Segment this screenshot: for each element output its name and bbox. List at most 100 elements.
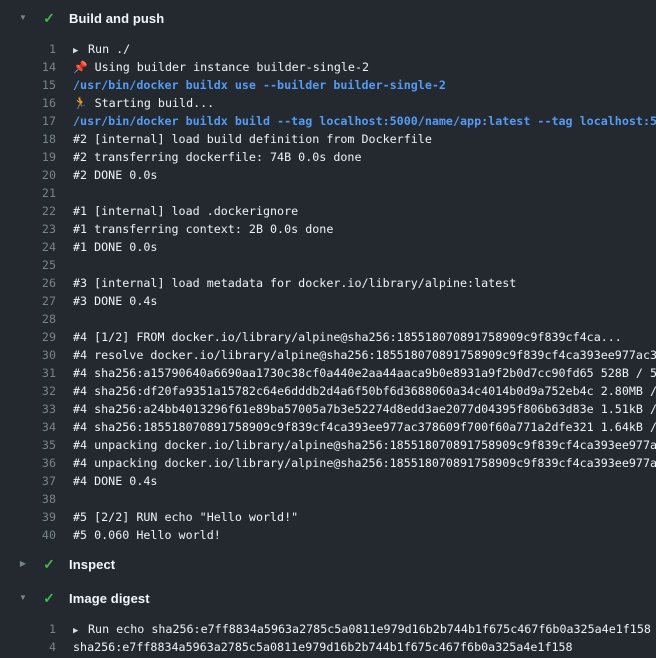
- line-text: #1 DONE 0.0s: [56, 238, 157, 256]
- log-step-section: ▼ ✓ Image digest 1 ▶Run echo sha256:e7ff…: [0, 584, 656, 656]
- expand-run-icon[interactable]: ▶: [73, 42, 88, 58]
- line-text: #4 unpacking docker.io/library/alpine@sh…: [56, 436, 656, 454]
- step-title: Image digest: [69, 591, 150, 606]
- step-log-lines: 1 ▶Run ./ 14 📌 Using builder instance bu…: [0, 40, 656, 544]
- log-line: 34 #4 sha256:185518070891758909c9f839cf4…: [0, 418, 656, 436]
- line-number[interactable]: 4: [0, 638, 56, 656]
- log-line: 18 #2 [internal] load build definition f…: [0, 130, 656, 148]
- line-number[interactable]: 17: [0, 112, 56, 130]
- line-text-content: Run ./: [88, 42, 130, 56]
- line-number[interactable]: 20: [0, 166, 56, 184]
- log-line: 38: [0, 490, 656, 508]
- line-number[interactable]: 37: [0, 472, 56, 490]
- log-line: 30 #4 resolve docker.io/library/alpine@s…: [0, 346, 656, 364]
- log-line: 27 #3 DONE 0.4s: [0, 292, 656, 310]
- line-text: #3 [internal] load metadata for docker.i…: [56, 274, 516, 292]
- log-line: 37 #4 DONE 0.4s: [0, 472, 656, 490]
- line-number[interactable]: 25: [0, 256, 56, 274]
- line-number[interactable]: 1: [0, 620, 56, 638]
- line-number[interactable]: 36: [0, 454, 56, 472]
- line-number[interactable]: 19: [0, 148, 56, 166]
- line-text: #4 unpacking docker.io/library/alpine@sh…: [56, 454, 656, 472]
- line-text: #4 DONE 0.4s: [56, 472, 157, 490]
- expand-run-icon[interactable]: ▶: [73, 622, 88, 638]
- line-number[interactable]: 32: [0, 382, 56, 400]
- log-line: 15 /usr/bin/docker buildx use --builder …: [0, 76, 656, 94]
- log-line: 16 🏃 Starting build...: [0, 94, 656, 112]
- log-line: 40 #5 0.060 Hello world!: [0, 526, 656, 544]
- chevron-icon[interactable]: ▼: [15, 4, 31, 32]
- log-step-section: ▼ ✓ Build and push 1 ▶Run ./ 14 📌 Using …: [0, 4, 656, 544]
- chevron-icon[interactable]: ▶: [15, 550, 31, 578]
- step-title: Build and push: [69, 11, 164, 26]
- line-number[interactable]: 23: [0, 220, 56, 238]
- line-number[interactable]: 29: [0, 328, 56, 346]
- log-line: 33 #4 sha256:a24bb4013296f61e89ba57005a7…: [0, 400, 656, 418]
- log-line: 14 📌 Using builder instance builder-sing…: [0, 58, 656, 76]
- line-text: #2 DONE 0.0s: [56, 166, 157, 184]
- line-number[interactable]: 35: [0, 436, 56, 454]
- line-text: #4 sha256:185518070891758909c9f839cf4ca3…: [56, 418, 656, 436]
- line-number[interactable]: 38: [0, 490, 56, 508]
- line-number[interactable]: 27: [0, 292, 56, 310]
- line-text: #4 sha256:a24bb4013296f61e89ba57005a7b3e…: [56, 400, 656, 418]
- log-line: 4 sha256:e7ff8834a5963a2785c5a0811e979d1…: [0, 638, 656, 656]
- line-number[interactable]: 26: [0, 274, 56, 292]
- line-number[interactable]: 24: [0, 238, 56, 256]
- log-line: 24 #1 DONE 0.0s: [0, 238, 656, 256]
- check-icon: ✓: [41, 4, 57, 32]
- log-line: 26 #3 [internal] load metadata for docke…: [0, 274, 656, 292]
- line-text: #4 resolve docker.io/library/alpine@sha2…: [56, 346, 656, 364]
- log-line: 21: [0, 184, 656, 202]
- line-text: #2 transferring dockerfile: 74B 0.0s don…: [56, 148, 362, 166]
- line-number[interactable]: 30: [0, 346, 56, 364]
- line-text: ▶Run ./: [56, 40, 130, 58]
- line-text: #5 0.060 Hello world!: [56, 526, 221, 544]
- line-number[interactable]: 15: [0, 76, 56, 94]
- log-line: 28: [0, 310, 656, 328]
- line-text: #3 DONE 0.4s: [56, 292, 157, 310]
- step-title: Inspect: [69, 557, 115, 572]
- line-number[interactable]: 34: [0, 418, 56, 436]
- line-text: #4 sha256:df20fa9351a15782c64e6dddb2d4a6…: [56, 382, 656, 400]
- log-line: 29 #4 [1/2] FROM docker.io/library/alpin…: [0, 328, 656, 346]
- chevron-icon[interactable]: ▼: [15, 584, 31, 612]
- line-text: [56, 310, 73, 328]
- line-text: [56, 490, 73, 508]
- log-line: 1 ▶Run ./: [0, 40, 656, 58]
- line-text: /usr/bin/docker buildx use --builder bui…: [56, 76, 446, 94]
- line-number[interactable]: 33: [0, 400, 56, 418]
- log-line: 25: [0, 256, 656, 274]
- line-text: [56, 256, 73, 274]
- log-line: 23 #1 transferring context: 2B 0.0s done: [0, 220, 656, 238]
- line-text: #1 transferring context: 2B 0.0s done: [56, 220, 333, 238]
- line-number[interactable]: 14: [0, 58, 56, 76]
- line-text: ▶Run echo sha256:e7ff8834a5963a2785c5a08…: [56, 620, 651, 638]
- log-line: 39 #5 [2/2] RUN echo "Hello world!": [0, 508, 656, 526]
- step-header[interactable]: ▼ ✓ Image digest: [0, 584, 656, 612]
- line-number[interactable]: 18: [0, 130, 56, 148]
- line-number[interactable]: 39: [0, 508, 56, 526]
- log-line: 36 #4 unpacking docker.io/library/alpine…: [0, 454, 656, 472]
- line-text: 📌 Using builder instance builder-single-…: [56, 58, 369, 76]
- line-number[interactable]: 21: [0, 184, 56, 202]
- line-text: #4 [1/2] FROM docker.io/library/alpine@s…: [56, 328, 622, 346]
- line-number[interactable]: 22: [0, 202, 56, 220]
- line-number[interactable]: 16: [0, 94, 56, 112]
- log-line: 35 #4 unpacking docker.io/library/alpine…: [0, 436, 656, 454]
- line-number[interactable]: 31: [0, 364, 56, 382]
- log-line: 1 ▶Run echo sha256:e7ff8834a5963a2785c5a…: [0, 620, 656, 638]
- line-number[interactable]: 28: [0, 310, 56, 328]
- step-header[interactable]: ▶ ✓ Inspect: [0, 550, 656, 578]
- line-text: 🏃 Starting build...: [56, 94, 214, 112]
- line-number[interactable]: 1: [0, 40, 56, 58]
- line-text: [56, 184, 73, 202]
- line-number[interactable]: 40: [0, 526, 56, 544]
- check-icon: ✓: [41, 584, 57, 612]
- line-text: #2 [internal] load build definition from…: [56, 130, 432, 148]
- log-line: 32 #4 sha256:df20fa9351a15782c64e6dddb2d…: [0, 382, 656, 400]
- check-icon: ✓: [41, 550, 57, 578]
- log-line: 17 /usr/bin/docker buildx build --tag lo…: [0, 112, 656, 130]
- step-header[interactable]: ▼ ✓ Build and push: [0, 4, 656, 32]
- line-text: #5 [2/2] RUN echo "Hello world!": [56, 508, 298, 526]
